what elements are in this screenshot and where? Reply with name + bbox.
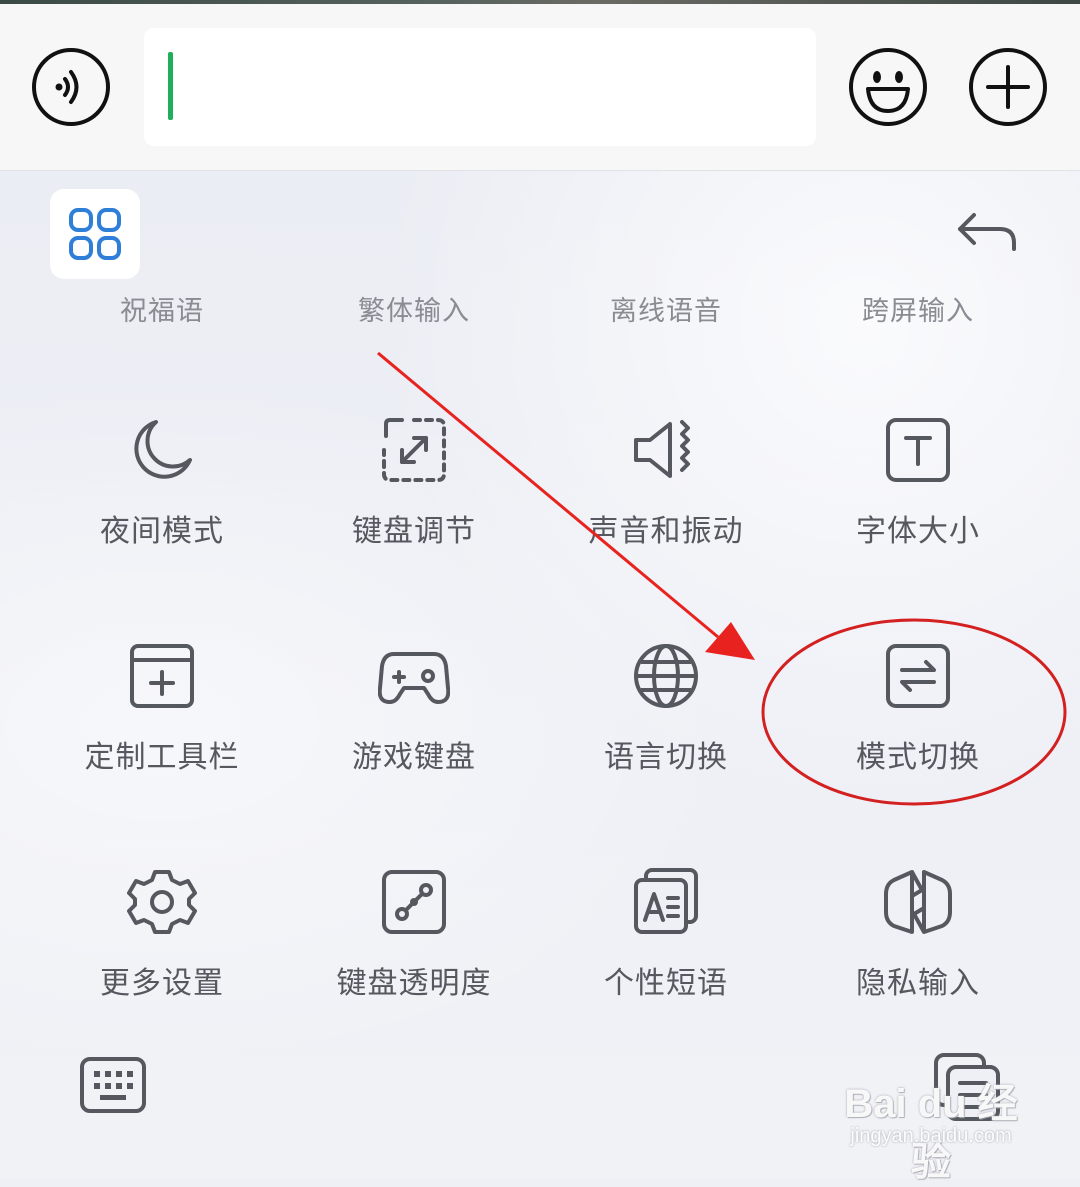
add-toolbar-icon [126, 640, 198, 712]
transparency-icon [378, 866, 450, 938]
globe-icon [630, 640, 702, 712]
tool-label: 模式切换 [856, 740, 980, 775]
tool-cross-screen-input[interactable]: 跨屏输入 [798, 289, 1038, 328]
tool-label: 字体大小 [856, 514, 980, 549]
tool-language-switch[interactable]: 语言切换 [546, 640, 786, 840]
watermark-url: jingyan.baidu.com [850, 1125, 1012, 1147]
tool-label: 隐私输入 [856, 966, 980, 1001]
moon-icon [126, 414, 198, 486]
toolbox-panel: 祝福语 繁体输入 离线语音 跨屏输入 夜间模式 键盘调节 声音和振动 字体大小 … [0, 171, 1080, 1184]
tool-label: 键盘透明度 [336, 966, 492, 1001]
baidu-jingyan-watermark: Bai du 经验 jingyan.baidu.com [826, 1071, 1036, 1184]
tool-label: 定制工具栏 [84, 740, 240, 775]
voice-wave-icon [32, 48, 110, 126]
tool-label: 夜间模式 [100, 514, 224, 549]
tool-label: 个性短语 [604, 966, 728, 1001]
tool-night-mode[interactable]: 夜间模式 [42, 414, 282, 614]
tool-custom-phrases[interactable]: 个性短语 [546, 866, 786, 1066]
tool-traditional-input[interactable]: 繁体输入 [294, 289, 534, 328]
input-bar [0, 4, 1080, 171]
keyboard-button[interactable] [78, 1055, 148, 1115]
tool-keyboard-adjust[interactable]: 键盘调节 [294, 414, 534, 614]
message-input[interactable] [144, 28, 816, 146]
keyboard-icon [80, 1057, 146, 1113]
font-size-icon [882, 414, 954, 486]
tool-game-keyboard[interactable]: 游戏键盘 [294, 640, 534, 840]
switch-mode-icon [882, 640, 954, 712]
more-actions-button[interactable] [968, 47, 1048, 127]
phrases-icon [630, 866, 702, 938]
tool-custom-toolbar[interactable]: 定制工具栏 [42, 640, 282, 840]
back-button[interactable] [950, 201, 1022, 261]
speaker-vibrate-icon [630, 414, 702, 486]
emoji-button[interactable] [848, 47, 928, 127]
grid-four-icon [69, 208, 121, 260]
text-caret [168, 52, 173, 120]
tool-privacy-input[interactable]: 隐私输入 [798, 866, 1038, 1066]
tool-label: 更多设置 [100, 966, 224, 1001]
tool-blessing[interactable]: 祝福语 [42, 289, 282, 328]
tool-keyboard-transparency[interactable]: 键盘透明度 [294, 866, 534, 1066]
tool-offline-voice[interactable]: 离线语音 [546, 289, 786, 328]
tool-label: 游戏键盘 [352, 740, 476, 775]
apps-button[interactable] [50, 189, 140, 279]
gear-icon [126, 866, 198, 938]
undo-arrow-icon [958, 213, 1016, 251]
tool-font-size[interactable]: 字体大小 [798, 414, 1038, 614]
tool-label: 语言切换 [604, 740, 728, 775]
tool-mode-switch[interactable]: 模式切换 [798, 640, 1038, 840]
tool-label: 键盘调节 [352, 514, 476, 549]
voice-input-button[interactable] [31, 47, 111, 127]
resize-icon [378, 414, 450, 486]
tool-more-settings[interactable]: 更多设置 [42, 866, 282, 1066]
plus-icon [969, 48, 1047, 126]
smiley-icon [849, 48, 927, 126]
privacy-icon [882, 866, 954, 938]
tool-label: 声音和振动 [588, 514, 744, 549]
tool-sound-vibration[interactable]: 声音和振动 [546, 414, 786, 614]
gamepad-icon [378, 640, 450, 712]
